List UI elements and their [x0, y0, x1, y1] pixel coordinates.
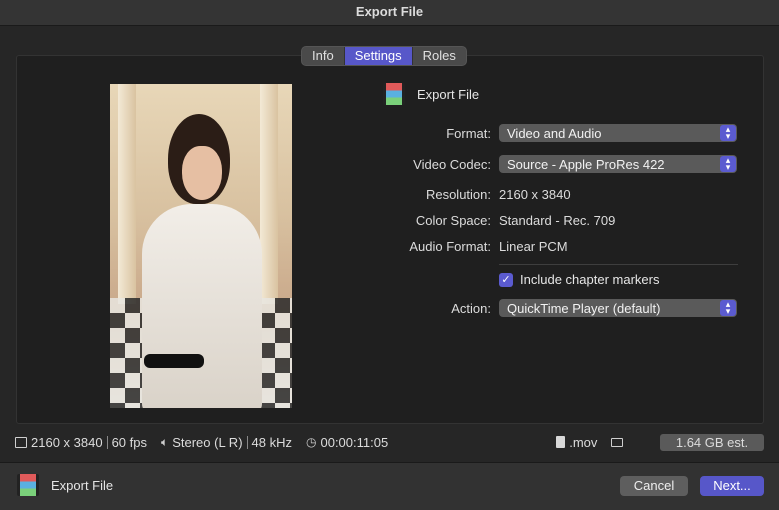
separator — [106, 435, 108, 449]
format-value: Video and Audio — [507, 125, 602, 141]
separator — [246, 435, 248, 449]
background-pillar — [118, 84, 136, 304]
status-duration: ◷ 00:00:11:05 — [306, 435, 388, 450]
status-sample-rate: 48 kHz — [251, 434, 292, 450]
action-popup[interactable]: QuickTime Player (default) ▴ ▾ — [499, 299, 737, 317]
video-codec-row: Video Codec: Source - Apple ProRes 422 ▴… — [330, 154, 740, 174]
figure-belt — [144, 354, 204, 368]
format-label: Format: — [446, 125, 491, 141]
figure-dress — [142, 204, 262, 408]
clock-icon: ◷ — [306, 435, 317, 449]
resolution-label: Resolution: — [425, 186, 491, 202]
tab-info[interactable]: Info — [302, 47, 345, 65]
action-label: Action: — [451, 300, 491, 316]
next-button[interactable]: Next... — [700, 476, 764, 496]
video-codec-value: Source - Apple ProRes 422 — [507, 156, 665, 172]
cancel-button[interactable]: Cancel — [620, 476, 688, 496]
display-icon — [611, 437, 624, 447]
action-value: QuickTime Player (default) — [507, 300, 661, 316]
divider — [499, 264, 738, 265]
status-extension: .mov — [556, 435, 597, 450]
frame-size-icon — [15, 436, 27, 448]
figure-face — [182, 146, 222, 200]
status-resolution-text: 2160 x 3840 — [31, 434, 103, 450]
status-fps: 60 fps — [111, 434, 147, 450]
tab-settings[interactable]: Settings — [344, 47, 413, 65]
chevron-updown-icon: ▴ ▾ — [720, 125, 736, 141]
document-icon — [556, 436, 566, 448]
video-preview-thumbnail — [110, 84, 292, 408]
film-icon — [383, 83, 405, 105]
tab-bar: Info Settings Roles — [301, 46, 467, 66]
color-space-row: Color Space: Standard - Rec. 709 — [330, 210, 740, 230]
format-popup[interactable]: Video and Audio ▴ ▾ — [499, 124, 737, 142]
tab-roles[interactable]: Roles — [413, 47, 466, 65]
audio-format-label: Audio Format: — [409, 238, 491, 254]
background-pillar — [260, 84, 278, 304]
file-size-estimate: 1.64 GB est. — [660, 434, 764, 451]
status-audio: 🔈︎ Stereo (L R) — [161, 435, 243, 450]
film-icon — [17, 474, 39, 496]
status-extension-text: .mov — [569, 434, 598, 450]
status-bar: 2160 x 3840 60 fps 🔈︎ Stereo (L R) 48 kH… — [15, 433, 765, 451]
color-space-label: Color Space: — [415, 212, 491, 228]
action-row: Action: QuickTime Player (default) ▴ ▾ — [330, 298, 740, 318]
speaker-icon: 🔈︎ — [161, 434, 169, 449]
window-title: Export File — [0, 0, 779, 26]
audio-format-row: Audio Format: Linear PCM — [330, 236, 740, 256]
status-duration-text: 00:00:11:05 — [320, 434, 389, 450]
export-header-title: Export File — [417, 86, 480, 102]
chevron-updown-icon: ▴ ▾ — [720, 300, 736, 316]
color-space-value: Standard - Rec. 709 — [499, 212, 616, 228]
video-codec-popup[interactable]: Source - Apple ProRes 422 ▴ ▾ — [499, 155, 737, 173]
audio-format-value: Linear PCM — [499, 238, 568, 254]
footer-title-group: Export File — [17, 474, 113, 496]
footer-title: Export File — [51, 477, 114, 493]
chapter-markers-label: Include chapter markers — [520, 272, 660, 287]
format-row: Format: Video and Audio ▴ ▾ — [330, 123, 740, 143]
resolution-row: Resolution: 2160 x 3840 — [330, 184, 740, 204]
chapter-markers-checkbox[interactable]: ✓ — [499, 272, 513, 287]
video-codec-label: Video Codec: — [413, 156, 491, 172]
export-header: Export File — [383, 83, 479, 105]
status-audio-text: Stereo (L R) — [172, 434, 243, 450]
resolution-value: 2160 x 3840 — [499, 186, 571, 202]
chevron-updown-icon: ▴ ▾ — [720, 156, 736, 172]
chapter-markers-row: ✓ Include chapter markers — [499, 272, 659, 287]
status-resolution: 2160 x 3840 — [15, 435, 103, 450]
